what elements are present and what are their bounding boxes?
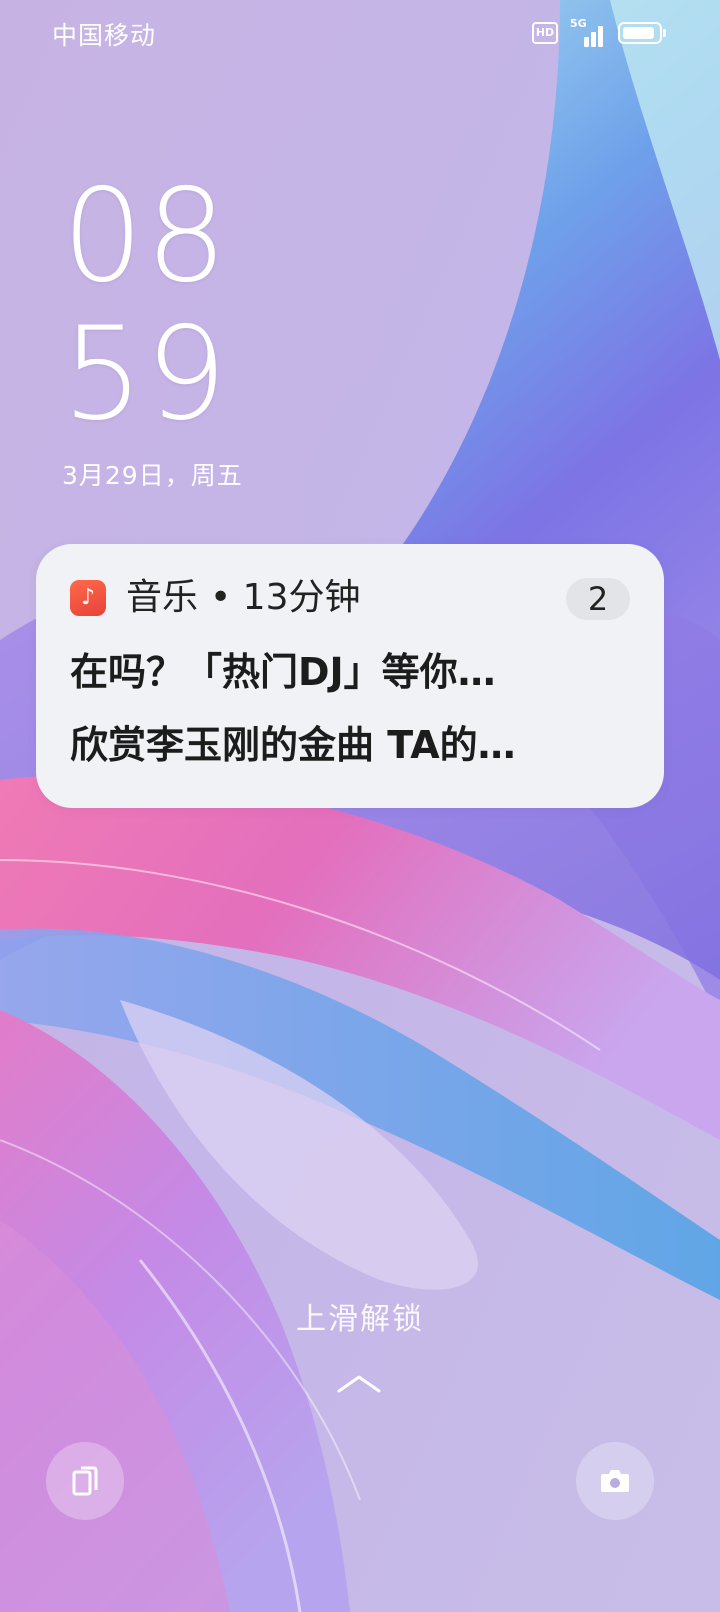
- wallet-icon: [72, 1466, 98, 1496]
- music-note-icon: ♪: [70, 580, 106, 616]
- camera-shortcut-button[interactable]: [576, 1442, 654, 1520]
- network-type-label: 5G: [570, 17, 587, 30]
- signal-5g-icon: 5G: [570, 17, 606, 47]
- hd-icon: HD: [532, 22, 558, 44]
- notification-line-1: 在吗？「热门DJ」等你…: [70, 650, 496, 694]
- clock-minute: 59: [62, 300, 229, 449]
- status-icons: HD 5G: [532, 17, 666, 48]
- status-bar: 中国移动 HD 5G: [0, 0, 720, 64]
- notification-count-badge[interactable]: 2: [566, 578, 630, 620]
- clock-hour: 08: [62, 162, 229, 311]
- chevron-up-icon: [337, 1375, 381, 1393]
- camera-icon: [601, 1470, 629, 1492]
- battery-icon: [618, 22, 666, 44]
- notification-app-name: 音乐: [126, 577, 199, 618]
- wallet-shortcut-button[interactable]: [46, 1442, 124, 1520]
- battery-level-fill: [623, 27, 654, 39]
- notification-card-music[interactable]: ♪ 音乐 • 13分钟 2 在吗？「热门DJ」等你… 欣赏李玉刚的金曲 TA的…: [36, 544, 664, 808]
- notification-line-2: 欣赏李玉刚的金曲 TA的…: [70, 723, 516, 767]
- carrier-name: 中国移动: [52, 21, 157, 50]
- notification-time: • 13分钟: [210, 577, 361, 618]
- notification-header: ♪ 音乐 • 13分钟 2: [70, 572, 630, 624]
- date-label: 3月29日，周五: [62, 461, 243, 490]
- swipe-unlock-hint: 上滑解锁: [296, 1302, 424, 1337]
- lockscreen-clock: 08 59: [62, 168, 229, 444]
